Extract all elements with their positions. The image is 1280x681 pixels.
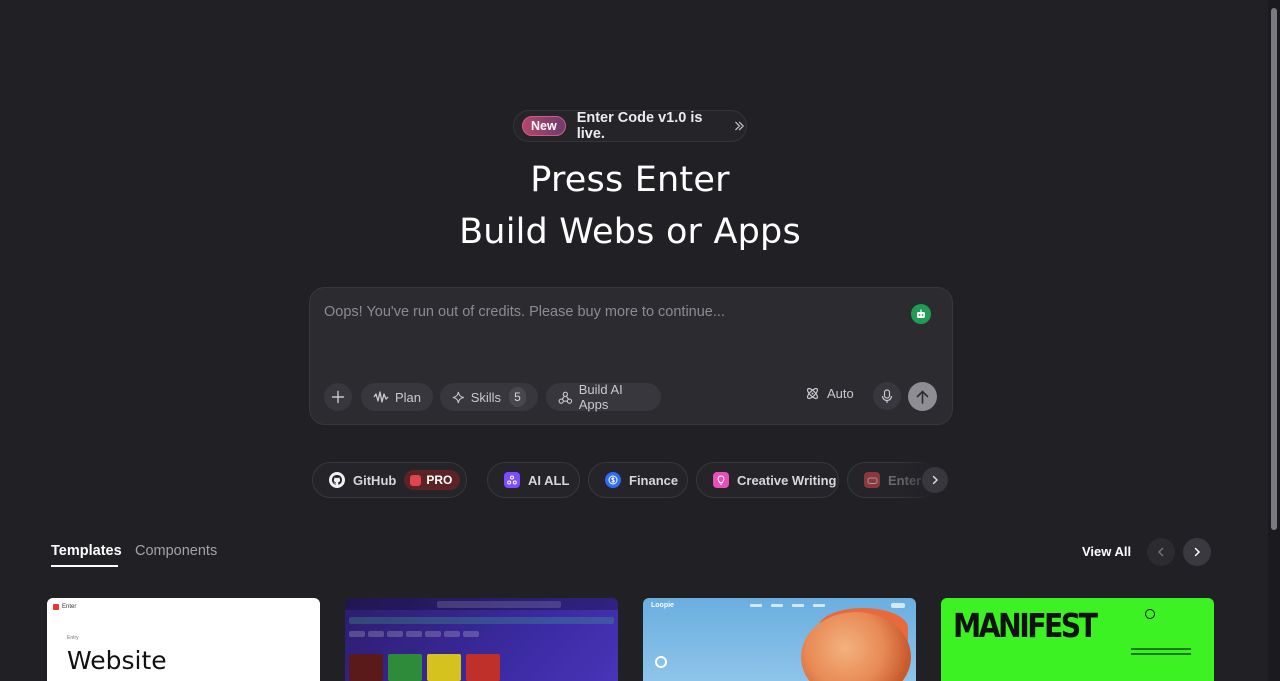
scrollbar[interactable]	[1268, 0, 1280, 681]
github-icon	[329, 472, 345, 488]
card-title: MANIFEST	[953, 606, 1098, 645]
lightbulb-icon	[713, 472, 729, 488]
template-card[interactable]: MANIFEST	[941, 598, 1214, 681]
hero-title-line-1: Press Enter	[530, 160, 730, 200]
microphone-button[interactable]	[873, 382, 901, 410]
card-preview-button	[891, 603, 905, 608]
template-card[interactable]	[345, 598, 618, 681]
category-label: AI ALL	[528, 472, 570, 488]
skills-count-badge: 5	[509, 387, 526, 407]
chips-scroll-right-button[interactable]	[922, 467, 948, 493]
cube-icon	[410, 474, 422, 486]
play-icon	[655, 656, 667, 668]
hero-title-line-2: Build Webs or Apps	[459, 212, 801, 252]
gamepad-icon	[864, 472, 880, 488]
card-preview-tabs	[349, 631, 479, 637]
card-preview-search	[437, 601, 561, 608]
view-all-link[interactable]: View All	[1082, 544, 1131, 559]
arrow-up-icon	[916, 389, 929, 404]
category-chip-github[interactable]: GitHub PRO	[312, 462, 467, 498]
webhook-icon	[558, 391, 573, 404]
plus-icon	[331, 390, 345, 404]
card-subtitle: Entry	[67, 635, 79, 641]
card-preview-thumbnails	[349, 654, 500, 681]
prompt-input[interactable]	[324, 304, 904, 354]
template-card[interactable]: Loopie	[643, 598, 916, 681]
announcement-pill[interactable]: New Enter Code v1.0 is live.	[513, 110, 747, 142]
category-chip-ai-all[interactable]: AI ALL	[487, 462, 580, 498]
category-label: GitHub	[353, 472, 397, 488]
tab-components[interactable]: Components	[135, 543, 217, 559]
robot-icon[interactable]	[911, 304, 931, 324]
chevron-left-icon	[1158, 547, 1164, 557]
card-logo-text: Loopie	[651, 602, 674, 609]
pro-badge: PRO	[404, 470, 461, 490]
logo-icon	[53, 604, 59, 610]
carousel-next-button[interactable]	[1183, 538, 1211, 566]
page: New Enter Code v1.0 is live. Press Enter…	[0, 0, 1268, 681]
scrollbar-thumb[interactable]	[1271, 8, 1277, 530]
dollar-coin-icon	[605, 472, 621, 488]
atom-icon	[806, 387, 819, 400]
waveform-icon	[373, 391, 389, 403]
card-preview-menu	[750, 604, 825, 607]
build-ai-apps-label: Build AI Apps	[578, 382, 623, 412]
microphone-icon	[881, 388, 893, 403]
card-logo: Enter	[53, 604, 76, 610]
template-card[interactable]: Enter Entry Website	[47, 598, 320, 681]
category-chip-finance[interactable]: Finance	[588, 462, 688, 498]
add-attachment-button[interactable]	[324, 383, 352, 411]
active-tab-indicator	[51, 565, 118, 567]
skills-button[interactable]: Skills 5	[440, 383, 538, 411]
chevron-right-icon	[1194, 547, 1201, 557]
card-title: Website	[67, 646, 167, 675]
announcement-text: Enter Code v1.0 is live.	[576, 110, 703, 142]
sparkle-icon	[452, 391, 464, 403]
pro-label: PRO	[426, 473, 453, 487]
category-label: Creative Writing	[737, 472, 837, 488]
category-label: Finance	[629, 472, 679, 488]
chevron-right-icon	[932, 475, 938, 485]
skills-label: Skills	[470, 389, 502, 405]
send-button[interactable]	[908, 382, 937, 411]
build-ai-apps-button[interactable]: Build AI Apps	[546, 382, 661, 412]
plan-label: Plan	[394, 389, 421, 405]
model-selector[interactable]: Auto	[805, 386, 854, 401]
card-preview-banner	[349, 617, 614, 624]
prompt-box: Plan Skills 5 Build AI Apps A	[309, 287, 953, 425]
card-preview-text-lines	[1131, 648, 1191, 658]
webhook-icon	[504, 472, 520, 488]
new-badge: New	[522, 116, 566, 136]
model-label: Auto	[827, 386, 854, 401]
tab-templates[interactable]: Templates	[51, 543, 122, 559]
plan-button[interactable]: Plan	[361, 383, 433, 411]
double-chevron-right-icon	[735, 121, 745, 131]
card-logo-text: Enter	[62, 604, 77, 610]
carousel-prev-button[interactable]	[1147, 538, 1175, 566]
category-chip-creative-writing[interactable]: Creative Writing	[696, 462, 839, 498]
globe-icon	[1145, 609, 1155, 619]
